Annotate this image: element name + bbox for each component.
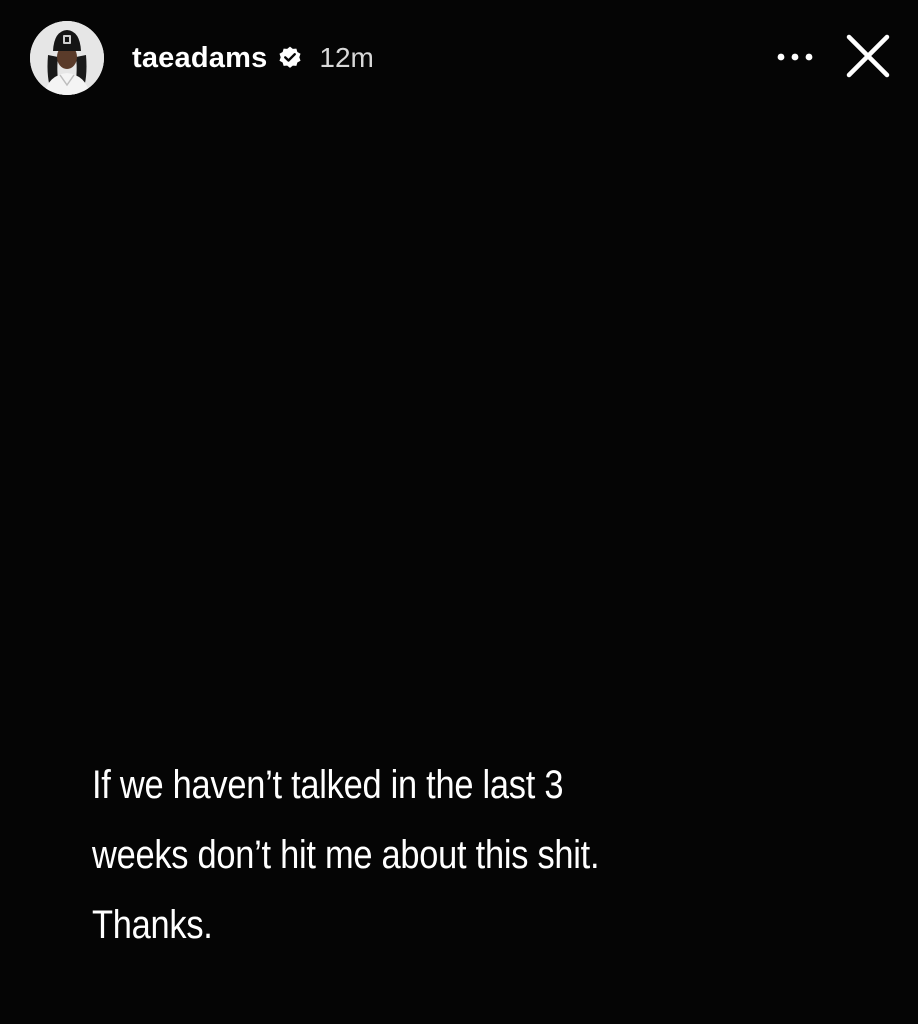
profile-avatar[interactable] xyxy=(30,21,104,95)
caption-line: Thanks. xyxy=(92,903,213,947)
close-icon xyxy=(844,32,892,85)
verified-badge-icon xyxy=(277,45,303,71)
more-dots-icon xyxy=(775,49,815,67)
story-meta: taeadams 12m xyxy=(132,21,374,95)
story-caption: If we haven’t talked in the last 3 weeks… xyxy=(92,750,763,960)
username-link[interactable]: taeadams xyxy=(132,42,267,75)
caption-line: If we haven’t talked in the last 3 xyxy=(92,763,564,807)
post-time: 12m xyxy=(319,42,374,73)
story-viewer: taeadams 12m If we haven’t talked in the… xyxy=(0,0,918,1024)
close-button[interactable] xyxy=(838,28,898,88)
avatar-image xyxy=(30,21,104,95)
story-header: taeadams 12m xyxy=(30,18,898,98)
more-options-button[interactable] xyxy=(770,33,820,83)
caption-line: weeks don’t hit me about this shit. xyxy=(92,833,600,877)
